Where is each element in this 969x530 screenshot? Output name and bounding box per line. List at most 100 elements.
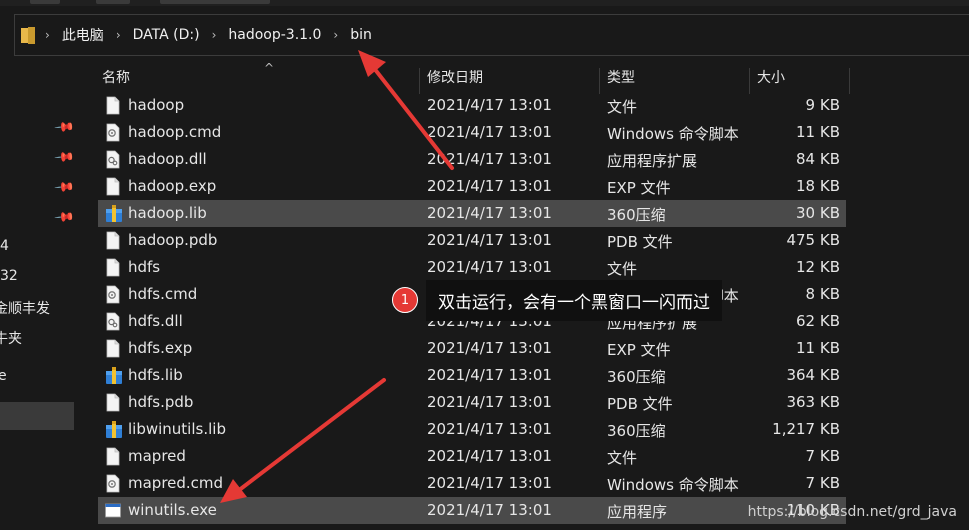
file-type: Windows 命令脚本 <box>607 476 739 494</box>
file-type: PDB 文件 <box>607 395 673 413</box>
window-top-strip <box>0 0 969 6</box>
file-type: 应用程序 <box>607 503 668 521</box>
breadcrumb-item-bin[interactable]: bin <box>350 27 372 43</box>
file-date: 2021/4/17 13:01 <box>427 258 552 276</box>
file-type: Windows 命令脚本 <box>607 125 739 143</box>
nav-item-label[interactable]: 32 <box>0 268 18 284</box>
file-row[interactable]: hdfs 2021/4/17 13:01 文件 12 KB <box>98 254 846 281</box>
file-type: PDB 文件 <box>607 233 673 251</box>
file-name: hadoop.pdb <box>128 231 218 249</box>
file-name: mapred <box>128 447 186 465</box>
cmd-script-icon <box>104 285 122 304</box>
file-size: 363 KB <box>786 393 840 411</box>
file-type: 文件 <box>607 449 638 467</box>
file-name: hdfs.dll <box>128 312 183 330</box>
archive-icon <box>104 204 122 223</box>
pin-icon[interactable]: 📌 <box>53 177 75 199</box>
pin-icon[interactable]: 📌 <box>53 117 75 139</box>
file-name: winutils.exe <box>128 501 217 519</box>
file-row[interactable]: hadoop.exp 2021/4/17 13:01 EXP 文件 18 KB <box>98 173 846 200</box>
file-row[interactable]: hdfs.pdb 2021/4/17 13:01 PDB 文件 363 KB <box>98 389 846 416</box>
column-header-type[interactable]: 类型 <box>599 64 749 94</box>
breadcrumb-item-this-pc[interactable]: 此电脑 <box>62 25 104 45</box>
file-date: 2021/4/17 13:01 <box>427 150 552 168</box>
sort-ascending-icon: ^ <box>264 61 275 75</box>
file-name: hdfs.exp <box>128 339 193 357</box>
file-size: 475 KB <box>786 231 840 249</box>
file-type: 文件 <box>607 98 638 116</box>
file-date: 2021/4/17 13:01 <box>427 96 552 114</box>
file-row[interactable]: mapred.cmd 2021/4/17 13:01 Windows 命令脚本 7 K… <box>98 470 846 497</box>
file-icon <box>104 393 122 412</box>
breadcrumb-sep[interactable]: › <box>321 28 350 42</box>
file-size: 18 KB <box>796 177 840 195</box>
file-date: 2021/4/17 13:01 <box>427 501 552 519</box>
breadcrumb-item-hadoop[interactable]: hadoop-3.1.0 <box>228 27 321 43</box>
breadcrumb-sep: › <box>45 28 50 42</box>
file-date: 2021/4/17 13:01 <box>427 123 552 141</box>
column-header-label: 修改日期 <box>427 70 483 86</box>
file-size: 62 KB <box>796 312 840 330</box>
file-date: 2021/4/17 13:01 <box>427 474 552 492</box>
nav-item-selected[interactable] <box>0 402 74 430</box>
file-row[interactable]: hadoop.cmd 2021/4/17 13:01 Windows 命令脚本 11 … <box>98 119 846 146</box>
column-header-label: 类型 <box>607 70 635 86</box>
file-row[interactable]: hdfs.lib 2021/4/17 13:01 360压缩 364 KB <box>98 362 846 389</box>
annotation-text: 双击运行，会有一个黑窗口一闪而过 <box>426 279 722 321</box>
column-header-name[interactable]: 名称 ^ <box>94 61 418 94</box>
file-date: 2021/4/17 13:01 <box>427 339 552 357</box>
file-size: 364 KB <box>786 366 840 384</box>
file-name: hadoop.dll <box>128 150 207 168</box>
file-icon <box>104 447 122 466</box>
file-row[interactable]: hadoop.dll 2021/4/17 13:01 应用程序扩展 84 KB <box>98 146 846 173</box>
step-badge: 1 <box>392 287 418 313</box>
file-row[interactable]: hadoop.lib 2021/4/17 13:01 360压缩 30 KB <box>98 200 846 227</box>
nav-item-label[interactable]: e <box>0 368 7 384</box>
nav-item-label[interactable]: 4 <box>0 238 9 254</box>
file-size: 84 KB <box>796 150 840 168</box>
file-name: hadoop.lib <box>128 204 207 222</box>
file-row[interactable]: winutils.exe 2021/4/17 13:01 应用程序 110 KB <box>98 497 846 524</box>
file-row[interactable]: libwinutils.lib 2021/4/17 13:01 360压缩 1,217… <box>98 416 846 443</box>
column-divider[interactable] <box>849 68 850 94</box>
file-date: 2021/4/17 13:01 <box>427 177 552 195</box>
file-size: 7 KB <box>805 474 840 492</box>
navigation-pane: 📌 📌 📌 📌 4 32 金顺丰发 牛夹 e <box>0 60 76 530</box>
nav-item-label[interactable]: 金顺丰发 <box>0 298 50 318</box>
file-icon <box>104 258 122 277</box>
file-row[interactable]: hdfs.exp 2021/4/17 13:01 EXP 文件 11 KB <box>98 335 846 362</box>
file-type: 360压缩 <box>607 422 666 440</box>
file-date: 2021/4/17 13:01 <box>427 231 552 249</box>
column-header-size[interactable]: 大小 <box>749 64 849 94</box>
file-row[interactable]: mapred 2021/4/17 13:01 文件 7 KB <box>98 443 846 470</box>
file-date: 2021/4/17 13:01 <box>427 447 552 465</box>
archive-icon <box>104 420 122 439</box>
breadcrumb-sep[interactable]: › <box>200 28 229 42</box>
address-bar[interactable]: › 此电脑 › DATA (D:) › hadoop-3.1.0 › bin <box>14 14 969 56</box>
file-icon <box>104 339 122 358</box>
pin-icon[interactable]: 📌 <box>53 207 75 229</box>
column-header-date[interactable]: 修改日期 <box>419 64 599 94</box>
file-size: 1,217 KB <box>772 420 840 438</box>
nav-item-label[interactable]: 牛夹 <box>0 328 22 348</box>
file-type: 文件 <box>607 260 638 278</box>
file-name: libwinutils.lib <box>128 420 226 438</box>
menu-ghost <box>160 0 270 4</box>
breadcrumb-item-data-drive[interactable]: DATA (D:) <box>133 27 200 43</box>
cmd-script-icon <box>104 474 122 493</box>
file-type: EXP 文件 <box>607 341 671 359</box>
watermark: https://blog.csdn.net/grd_java <box>747 504 957 520</box>
file-date: 2021/4/17 13:01 <box>427 420 552 438</box>
file-size: 9 KB <box>805 96 840 114</box>
dll-icon <box>104 312 122 331</box>
breadcrumb-sep[interactable]: › <box>104 28 133 42</box>
dll-icon <box>104 150 122 169</box>
pin-icon[interactable]: 📌 <box>53 147 75 169</box>
file-type: 360压缩 <box>607 368 666 386</box>
file-row[interactable]: hadoop 2021/4/17 13:01 文件 9 KB <box>98 92 846 119</box>
file-size: 12 KB <box>796 258 840 276</box>
file-name: hadoop <box>128 96 185 114</box>
file-row[interactable]: hadoop.pdb 2021/4/17 13:01 PDB 文件 475 KB <box>98 227 846 254</box>
cmd-script-icon <box>104 123 122 142</box>
file-name: hdfs.cmd <box>128 285 198 303</box>
